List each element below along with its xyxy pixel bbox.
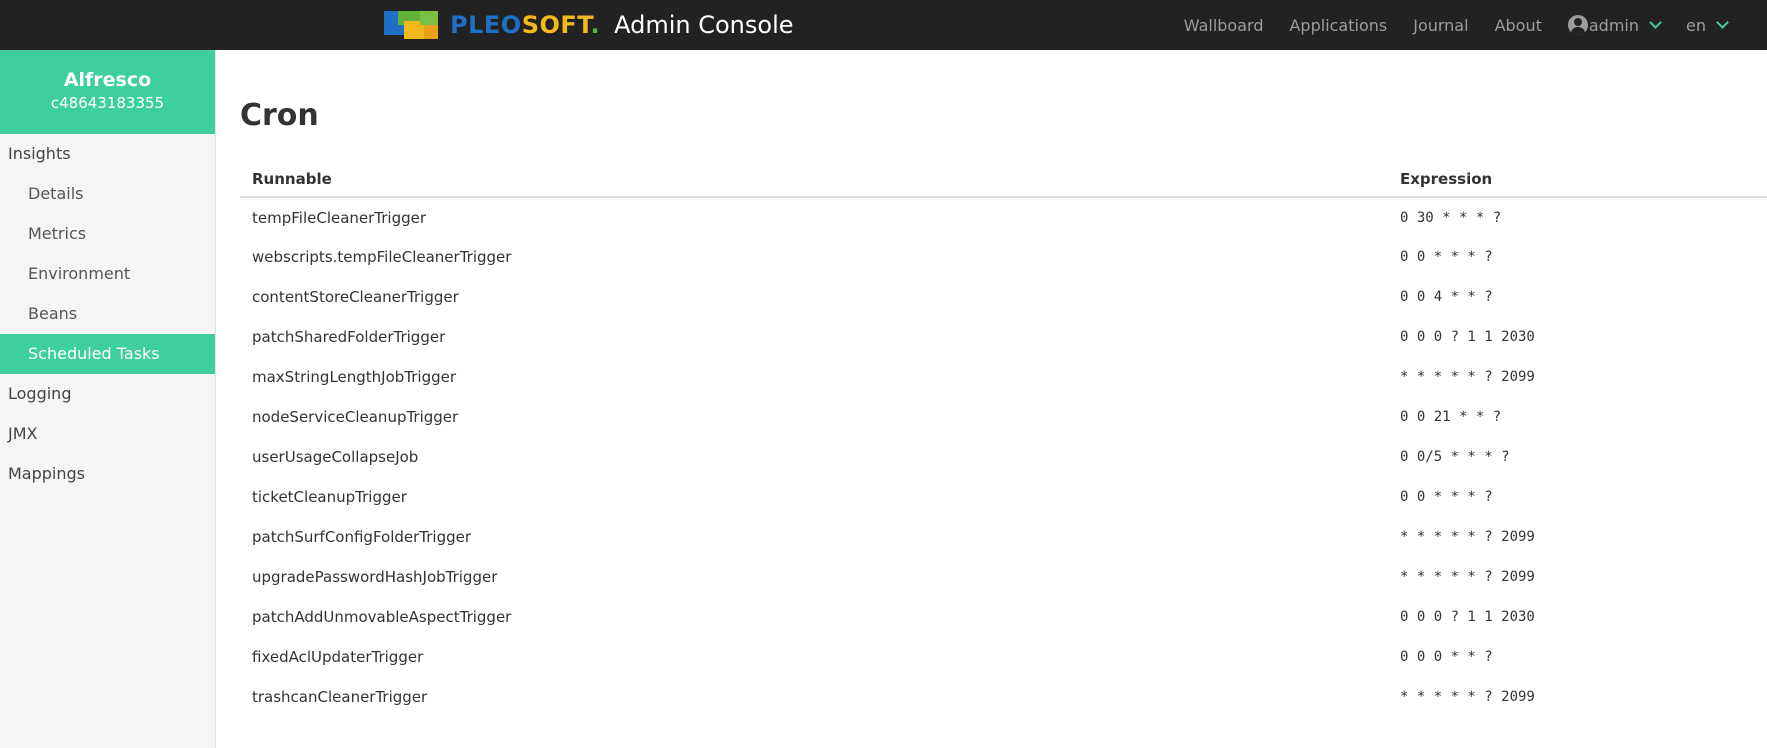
page-title: Cron [240, 98, 319, 133]
top-nav: Wallboard Applications Journal About adm… [1158, 0, 1729, 50]
expression-cell: 0 0 * * * ? [1400, 249, 1493, 265]
table-row: nodeServiceCleanupTrigger 0 0 21 * * ? [240, 397, 1767, 437]
chevron-down-icon [1649, 16, 1662, 29]
logo-text-soft: SOFT [521, 11, 591, 39]
expression-cell: 0 0 0 ? 1 1 2030 [1400, 329, 1535, 345]
expression-cell: 0 0 21 * * ? [1400, 409, 1502, 425]
runnable-cell: patchSurfConfigFolderTrigger [252, 528, 472, 546]
sidebar-item-environment[interactable]: Environment [0, 254, 215, 294]
runnable-cell: upgradePasswordHashJobTrigger [252, 568, 498, 586]
expression-cell: 0 0 0 ? 1 1 2030 [1400, 609, 1535, 625]
sidebar: Alfresco c48643183355 Insights Details M… [0, 50, 216, 748]
sidebar-item-beans[interactable]: Beans [0, 294, 215, 334]
application-header: Alfresco c48643183355 [0, 50, 215, 134]
column-header-expression: Expression [1388, 162, 1767, 198]
expression-cell: 0 0 0 * * ? [1400, 649, 1493, 665]
table-row: maxStringLengthJobTrigger * * * * * ? 209… [240, 357, 1767, 397]
runnable-cell: maxStringLengthJobTrigger [252, 368, 457, 386]
top-navbar: PLEOSOFT. Admin Console Wallboard Applic… [0, 0, 1767, 50]
runnable-cell: nodeServiceCleanupTrigger [252, 408, 459, 426]
table-row: webscripts.tempFileCleanerTrigger 0 0 * *… [240, 237, 1767, 277]
expression-cell: 0 30 * * * ? [1400, 209, 1502, 226]
expression-cell: 0 0/5 * * * ? [1400, 449, 1510, 465]
nav-wallboard[interactable]: Wallboard [1184, 16, 1264, 35]
expression-cell: 0 0 4 * * ? [1400, 289, 1493, 305]
runnable-cell: patchSharedFolderTrigger [252, 328, 446, 346]
runnable-cell: webscripts.tempFileCleanerTrigger [252, 248, 512, 266]
expression-cell: * * * * * ? 2099 [1400, 689, 1535, 705]
table-row: ticketCleanupTrigger 0 0 * * * ? [240, 477, 1767, 517]
table-row: patchAddUnmovableAspectTrigger 0 0 0 ? 1 … [240, 597, 1767, 637]
runnable-cell: contentStoreCleanerTrigger [252, 288, 459, 306]
expression-cell: 0 0 * * * ? [1400, 489, 1493, 505]
brand[interactable]: PLEOSOFT. Admin Console [384, 9, 794, 41]
sidebar-item-details[interactable]: Details [0, 174, 215, 214]
app-title: Admin Console [614, 11, 794, 39]
sidebar-item-mappings[interactable]: Mappings [0, 454, 215, 494]
table-header-row: Runnable Expression [240, 162, 1767, 198]
expression-cell: * * * * * ? 2099 [1400, 569, 1535, 585]
main-content: Cron Runnable Expression tempFileCleaner… [240, 50, 1767, 717]
table-row: upgradePasswordHashJobTrigger * * * * * ?… [240, 557, 1767, 597]
logo-text-pleo: PLEO [450, 11, 522, 39]
table-row: fixedAclUpdaterTrigger 0 0 0 * * ? [240, 637, 1767, 677]
runnable-cell: userUsageCollapseJob [252, 448, 419, 466]
logo-text-dot: . [590, 11, 601, 39]
cron-table: Runnable Expression tempFileCleanerTrigg… [240, 162, 1767, 717]
sidebar-item-jmx[interactable]: JMX [0, 414, 215, 454]
runnable-cell: trashcanCleanerTrigger [252, 688, 428, 706]
sidebar-item-metrics[interactable]: Metrics [0, 214, 215, 254]
language-menu[interactable]: en [1686, 15, 1729, 35]
sidebar-item-logging[interactable]: Logging [0, 374, 215, 414]
pleosoft-logo-icon [384, 11, 438, 39]
table-row: trashcanCleanerTrigger * * * * * ? 2099 [240, 677, 1767, 717]
application-id: c48643183355 [50, 94, 165, 112]
table-row: tempFileCleanerTrigger 0 30 * * * ? [240, 197, 1767, 237]
logo-text: PLEOSOFT. [450, 9, 600, 41]
chevron-down-icon [1716, 16, 1729, 29]
expression-cell: * * * * * ? 2099 [1400, 369, 1535, 385]
language-label: en [1686, 15, 1706, 35]
nav-journal[interactable]: Journal [1413, 16, 1468, 35]
user-name: admin [1588, 15, 1640, 35]
column-header-runnable: Runnable [240, 162, 1388, 198]
nav-applications[interactable]: Applications [1289, 16, 1387, 35]
runnable-cell: fixedAclUpdaterTrigger [252, 648, 424, 666]
table-row: patchSharedFolderTrigger 0 0 0 ? 1 1 2030 [240, 317, 1767, 357]
runnable-cell: ticketCleanupTrigger [252, 488, 407, 506]
user-avatar-icon [1567, 15, 1588, 35]
user-menu[interactable]: admin [1567, 15, 1662, 35]
table-row: patchSurfConfigFolderTrigger * * * * * ? … [240, 517, 1767, 557]
sidebar-item-insights[interactable]: Insights [0, 134, 215, 174]
table-row: userUsageCollapseJob 0 0/5 * * * ? [240, 437, 1767, 477]
expression-cell: * * * * * ? 2099 [1400, 529, 1535, 545]
sidebar-item-scheduled-tasks[interactable]: Scheduled Tasks [0, 334, 215, 374]
nav-about[interactable]: About [1495, 16, 1542, 35]
runnable-cell: patchAddUnmovableAspectTrigger [252, 608, 512, 626]
table-row: contentStoreCleanerTrigger 0 0 4 * * ? [240, 277, 1767, 317]
runnable-cell: tempFileCleanerTrigger [252, 208, 427, 227]
application-name: Alfresco [63, 69, 152, 91]
